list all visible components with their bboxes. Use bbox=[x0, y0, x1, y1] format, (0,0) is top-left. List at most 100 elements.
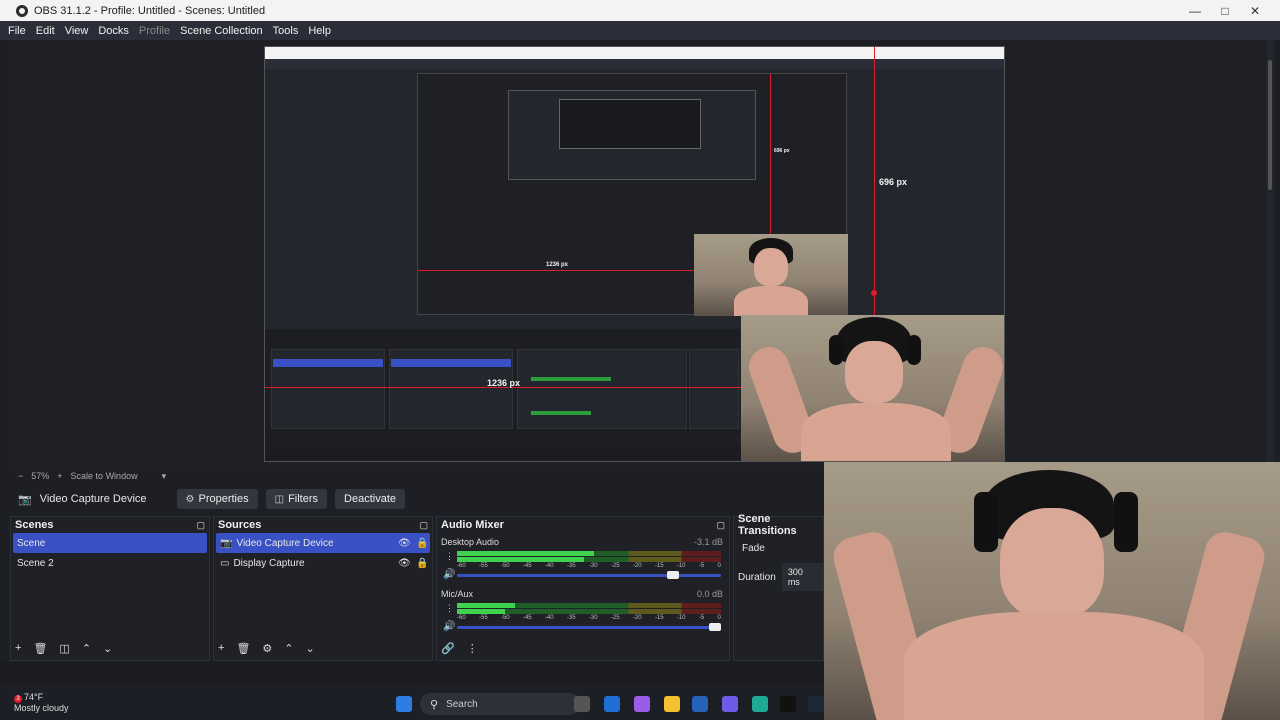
meter-tick: 0 bbox=[717, 563, 721, 569]
scale-mode-select[interactable]: Scale to Window bbox=[71, 471, 138, 481]
zoom-in-button[interactable]: + bbox=[57, 471, 62, 481]
trash-icon[interactable]: 🗑 bbox=[236, 642, 250, 655]
nested-preview: 696 px 1236 px bbox=[417, 73, 848, 316]
move-down-icon[interactable]: ⌄ bbox=[103, 642, 112, 655]
current-source: 📷 Video Capture Device bbox=[18, 493, 147, 506]
duration-input[interactable]: 300 ms bbox=[781, 563, 823, 591]
scene-item[interactable]: Scene 2 bbox=[13, 553, 207, 573]
taskbar-search[interactable]: ⚲ Search bbox=[420, 693, 580, 715]
window-title: OBS 31.1.2 - Profile: Untitled - Scenes:… bbox=[34, 4, 266, 17]
nested-titlebar bbox=[265, 47, 1004, 59]
filter-icon: ◫ bbox=[274, 493, 285, 505]
move-up-icon[interactable]: ⌃ bbox=[284, 642, 293, 655]
menu-docks[interactable]: Docks bbox=[98, 25, 129, 37]
meter-tick: -25 bbox=[610, 563, 620, 569]
meter-tick: -5 bbox=[698, 615, 705, 621]
kebab-icon[interactable]: ⋮ bbox=[467, 642, 478, 655]
volume-knob[interactable] bbox=[709, 623, 721, 631]
nested-measure-horizontal: 1236 px bbox=[546, 262, 569, 268]
gear-icon: ⚙ bbox=[185, 493, 195, 505]
selected-webcam-source[interactable] bbox=[741, 315, 1004, 461]
measure-vertical-label: 696 px bbox=[879, 177, 908, 187]
source-item[interactable]: 📷 Video Capture Device 👁 🔒 bbox=[216, 533, 430, 553]
menu-tools[interactable]: Tools bbox=[273, 25, 299, 37]
nested-preview-level2 bbox=[508, 90, 756, 180]
properties-button[interactable]: ⚙ Properties bbox=[176, 489, 258, 509]
app-icon[interactable] bbox=[634, 696, 650, 712]
windows-start-icon[interactable] bbox=[396, 696, 412, 712]
move-up-icon[interactable]: ⌃ bbox=[82, 642, 91, 655]
file-explorer-icon[interactable] bbox=[664, 696, 680, 712]
edge-icon[interactable] bbox=[752, 696, 768, 712]
menu-edit[interactable]: Edit bbox=[36, 25, 55, 37]
copilot-icon[interactable] bbox=[604, 696, 620, 712]
meter-tick: -40 bbox=[544, 615, 554, 621]
deactivate-button[interactable]: Deactivate bbox=[335, 489, 406, 509]
zoom-out-button[interactable]: − bbox=[18, 471, 23, 481]
task-view-icon[interactable] bbox=[574, 696, 590, 712]
filters-label: Filters bbox=[288, 493, 319, 505]
maximize-icon[interactable]: □ bbox=[1210, 0, 1240, 21]
sources-footer: + 🗑 ⚙ ⌃ ⌄ bbox=[214, 638, 432, 658]
menu-scene-collection[interactable]: Scene Collection bbox=[180, 25, 263, 37]
scene-filters-icon[interactable]: ◫ bbox=[59, 642, 69, 655]
meter-tick: -30 bbox=[588, 615, 598, 621]
taskbar: 3 74°F Mostly cloudy ⚲ Search bbox=[0, 688, 824, 720]
kebab-icon[interactable]: ⋮ bbox=[445, 551, 454, 562]
measure-horizontal-label: 1236 px bbox=[487, 378, 521, 388]
camera-icon: 📷 bbox=[220, 537, 233, 549]
add-scene-button[interactable]: + bbox=[15, 642, 21, 654]
transition-select[interactable]: Fade bbox=[738, 537, 819, 559]
menu-profile[interactable]: Profile bbox=[139, 25, 170, 37]
meter-tick: -55 bbox=[478, 615, 488, 621]
gear-icon[interactable]: ⚙ bbox=[262, 642, 272, 655]
webcam-overlay bbox=[824, 462, 1280, 720]
lock-icon[interactable]: 🔒 bbox=[416, 558, 428, 569]
weather-widget[interactable]: 3 74°F Mostly cloudy bbox=[14, 692, 69, 714]
speaker-icon[interactable]: 🔊 bbox=[443, 569, 455, 580]
volume-slider[interactable] bbox=[457, 571, 721, 579]
add-source-button[interactable]: + bbox=[218, 642, 224, 654]
volume-slider[interactable] bbox=[457, 623, 721, 631]
kebab-icon[interactable]: ⋮ bbox=[445, 603, 454, 614]
meter-tick: -10 bbox=[676, 615, 686, 621]
link-icon[interactable]: 🔗 bbox=[441, 642, 455, 655]
menu-file[interactable]: File bbox=[8, 25, 26, 37]
speaker-icon[interactable]: 🔊 bbox=[443, 621, 455, 632]
menu-help[interactable]: Help bbox=[308, 25, 331, 37]
meter-tick: -60 bbox=[457, 563, 466, 569]
scrollbar-thumb[interactable] bbox=[1268, 60, 1272, 190]
meter-tick: -25 bbox=[610, 615, 620, 621]
meter-tick: -15 bbox=[654, 563, 664, 569]
lock-icon[interactable]: 🔒 bbox=[416, 538, 428, 549]
eye-icon[interactable]: 👁 bbox=[398, 538, 411, 549]
dock-float-icon[interactable]: ▢ bbox=[196, 520, 205, 531]
search-icon: ⚲ bbox=[430, 698, 439, 711]
scenes-title: Scenes bbox=[15, 519, 54, 531]
menu-view[interactable]: View bbox=[65, 25, 89, 37]
move-down-icon[interactable]: ⌄ bbox=[306, 642, 315, 655]
trash-icon[interactable]: 🗑 bbox=[33, 642, 47, 655]
tiktok-icon[interactable] bbox=[780, 696, 796, 712]
close-icon[interactable]: ✕ bbox=[1240, 0, 1270, 21]
search-placeholder: Search bbox=[446, 698, 478, 710]
meter-tick: -5 bbox=[698, 563, 705, 569]
display-capture-source[interactable]: 696 px 1236 px 696 px 1236 px bbox=[264, 46, 1005, 462]
meter-tick: -20 bbox=[632, 615, 642, 621]
filters-button[interactable]: ◫ Filters bbox=[265, 489, 328, 509]
source-item[interactable]: ▭ Display Capture 👁 🔒 bbox=[216, 553, 430, 573]
chevron-down-icon[interactable]: ▾ bbox=[162, 471, 167, 482]
meter-tick: -45 bbox=[522, 615, 532, 621]
dock-float-icon[interactable]: ▢ bbox=[716, 520, 725, 531]
duration-label: Duration bbox=[738, 571, 776, 583]
store-icon[interactable] bbox=[692, 696, 708, 712]
source-toolbar: 📷 Video Capture Device ⚙ Properties ◫ Filt… bbox=[10, 486, 824, 512]
minimize-icon[interactable]: — bbox=[1180, 0, 1210, 21]
eye-icon[interactable]: 👁 bbox=[398, 558, 411, 569]
volume-knob[interactable] bbox=[667, 571, 679, 579]
dock-float-icon[interactable]: ▢ bbox=[419, 520, 428, 531]
scene-item[interactable]: Scene bbox=[13, 533, 207, 553]
discord-icon[interactable] bbox=[722, 696, 738, 712]
steam-icon[interactable] bbox=[808, 696, 824, 712]
meter-tick: -35 bbox=[566, 615, 576, 621]
